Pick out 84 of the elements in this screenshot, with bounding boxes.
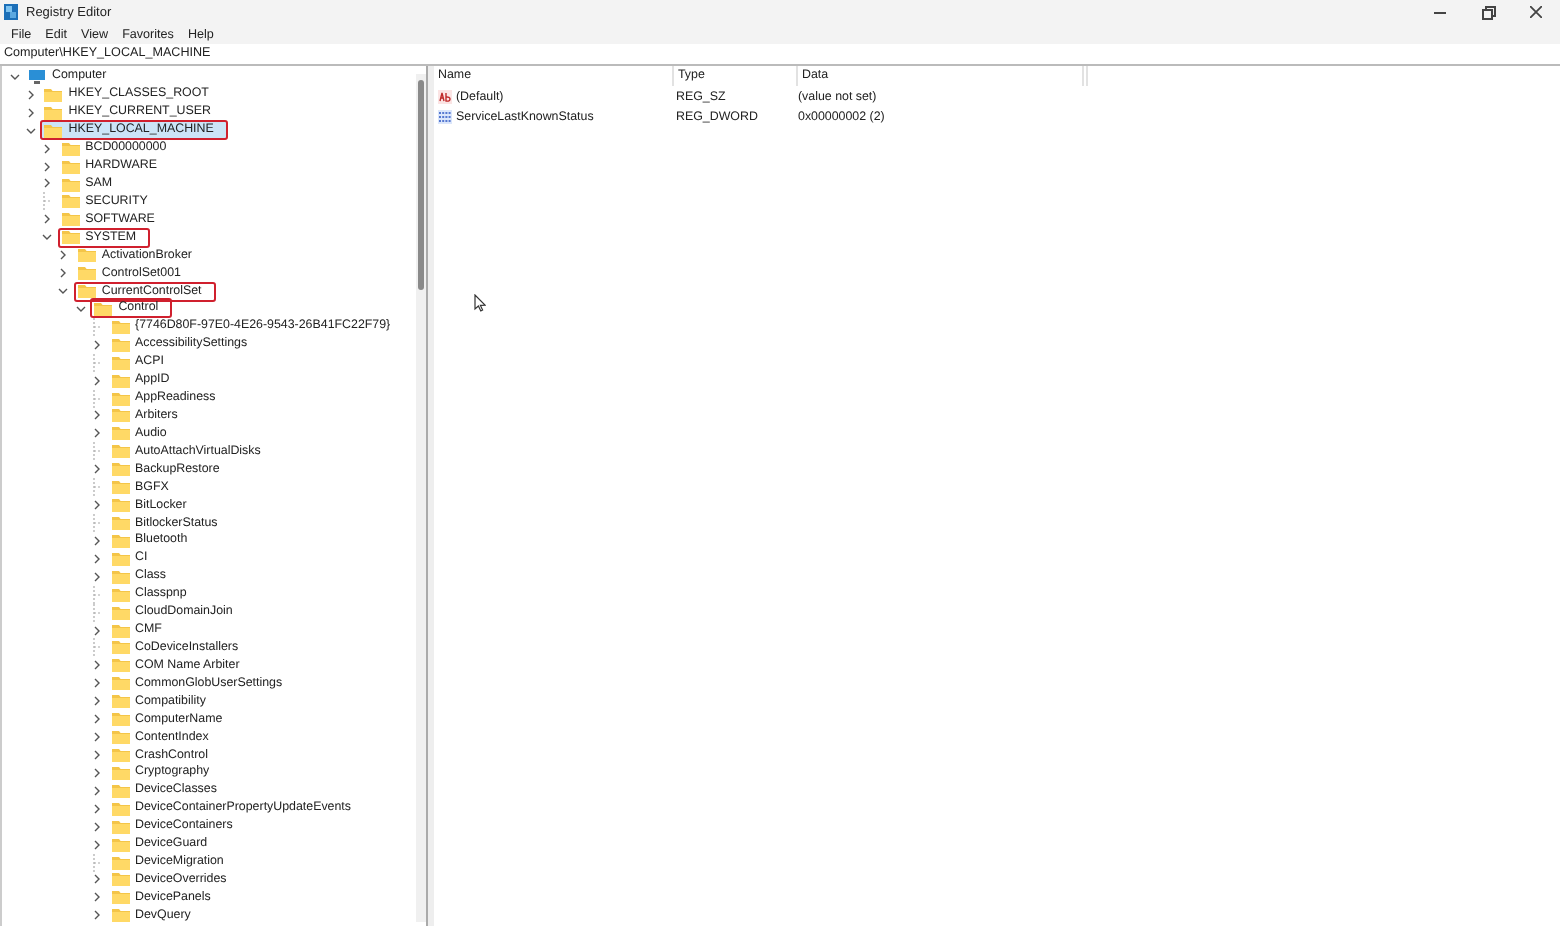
folder-icon bbox=[111, 569, 129, 584]
expander-icon[interactable] bbox=[92, 821, 102, 832]
folder-icon bbox=[61, 159, 80, 174]
expander-icon[interactable] bbox=[75, 303, 86, 314]
folder-icon bbox=[61, 177, 80, 191]
folder-icon bbox=[111, 587, 129, 602]
expander-icon[interactable] bbox=[92, 714, 102, 725]
expander-icon[interactable] bbox=[92, 571, 102, 582]
folder-icon bbox=[111, 783, 129, 798]
folder-icon bbox=[111, 444, 129, 459]
folder-icon bbox=[111, 712, 129, 727]
folder-icon bbox=[77, 248, 96, 263]
close-icon bbox=[1530, 6, 1542, 18]
folder-icon bbox=[61, 230, 80, 245]
folder-icon bbox=[111, 337, 129, 352]
folder-icon bbox=[44, 123, 63, 138]
folder-icon bbox=[111, 748, 129, 762]
expander-icon[interactable] bbox=[92, 428, 102, 439]
scrollbar-thumb[interactable] bbox=[418, 80, 424, 290]
folder-icon bbox=[111, 890, 129, 905]
expander-icon[interactable] bbox=[92, 803, 102, 814]
folder-icon bbox=[111, 426, 129, 441]
computer-icon bbox=[28, 69, 46, 84]
folder-icon bbox=[111, 480, 129, 495]
folder-icon bbox=[61, 212, 80, 227]
folder-icon bbox=[111, 819, 129, 834]
expander-icon[interactable] bbox=[92, 339, 102, 350]
expander-icon[interactable] bbox=[58, 268, 69, 279]
expander-icon[interactable] bbox=[92, 535, 102, 546]
expander-icon[interactable] bbox=[25, 107, 36, 118]
expander-icon[interactable] bbox=[92, 785, 102, 796]
expander-icon[interactable] bbox=[42, 161, 53, 172]
expander-icon[interactable] bbox=[92, 375, 102, 386]
expander-icon[interactable] bbox=[92, 553, 102, 564]
expander-icon[interactable] bbox=[92, 678, 102, 689]
expander-icon[interactable] bbox=[58, 250, 69, 261]
folder-icon bbox=[111, 498, 129, 513]
folder-icon bbox=[111, 801, 129, 816]
expander-icon[interactable] bbox=[92, 767, 102, 778]
binary-value-icon bbox=[438, 109, 452, 123]
folder-icon bbox=[111, 605, 129, 620]
expander-icon[interactable] bbox=[92, 910, 102, 921]
string-value-icon bbox=[438, 89, 452, 103]
folder-icon bbox=[111, 694, 129, 709]
folder-icon bbox=[111, 355, 129, 370]
restore-icon bbox=[1481, 5, 1495, 19]
expander-icon[interactable] bbox=[92, 625, 102, 636]
folder-icon bbox=[111, 676, 129, 691]
folder-icon bbox=[111, 373, 129, 388]
folder-icon bbox=[44, 105, 63, 120]
folder-icon bbox=[61, 194, 80, 209]
mouse-pointer-icon bbox=[474, 294, 486, 312]
folder-icon bbox=[111, 658, 129, 673]
expander-icon[interactable] bbox=[92, 732, 102, 743]
folder-icon bbox=[77, 266, 96, 281]
expander-icon[interactable] bbox=[92, 839, 102, 850]
folder-icon bbox=[111, 837, 129, 852]
expander-icon[interactable] bbox=[25, 125, 36, 136]
scrollbar[interactable] bbox=[416, 74, 426, 922]
expander-icon[interactable] bbox=[92, 660, 102, 671]
folder-icon bbox=[111, 908, 129, 923]
expander-icon[interactable] bbox=[42, 232, 53, 243]
expander-icon[interactable] bbox=[92, 749, 102, 760]
expander-icon[interactable] bbox=[42, 214, 53, 225]
expander-icon[interactable] bbox=[92, 874, 102, 885]
expander-icon[interactable] bbox=[92, 696, 102, 707]
minimize-icon bbox=[1434, 11, 1446, 13]
expander-icon[interactable] bbox=[42, 143, 53, 154]
expander-icon[interactable] bbox=[92, 410, 102, 421]
folder-icon bbox=[111, 765, 129, 780]
folder-icon bbox=[61, 141, 80, 156]
expander-icon[interactable] bbox=[92, 892, 102, 903]
folder-icon bbox=[111, 462, 129, 477]
folder-icon bbox=[111, 551, 129, 566]
expander-icon[interactable] bbox=[58, 286, 69, 297]
expander-icon[interactable] bbox=[92, 464, 102, 475]
expander-icon[interactable] bbox=[42, 178, 53, 189]
registry-cubes-icon bbox=[4, 4, 18, 20]
expander-icon[interactable] bbox=[25, 89, 36, 100]
expander-icon[interactable] bbox=[92, 500, 102, 511]
folder-icon bbox=[111, 730, 129, 745]
folder-icon bbox=[111, 319, 129, 334]
expander-icon[interactable] bbox=[9, 71, 19, 82]
folder-icon bbox=[44, 87, 63, 102]
